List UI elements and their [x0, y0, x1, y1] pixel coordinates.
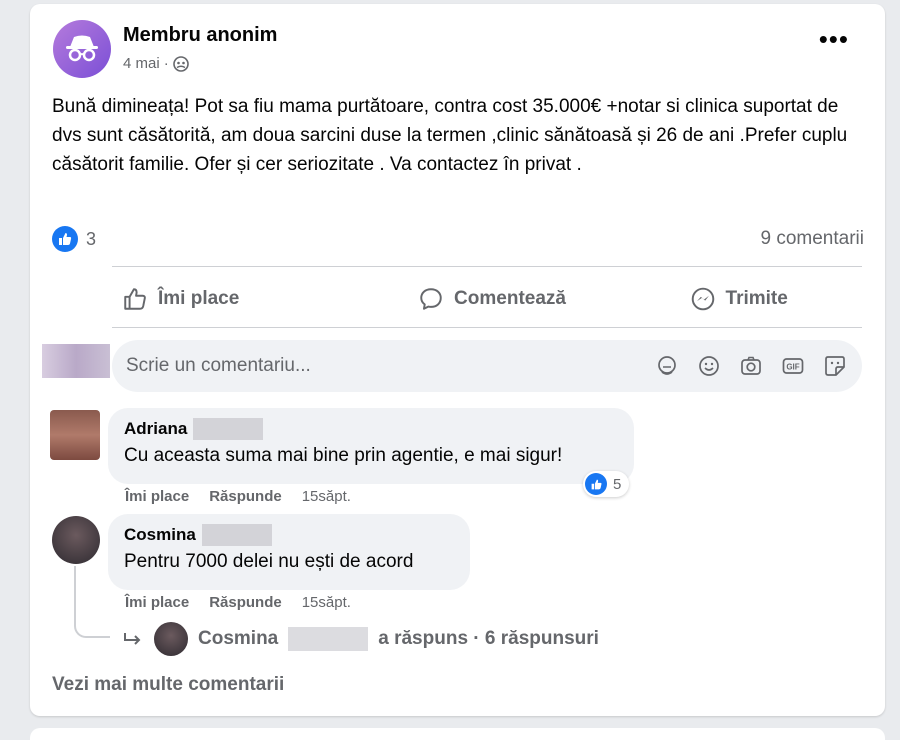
post-date[interactable]: 4 mai [123, 55, 160, 72]
avatar-sticker-icon[interactable] [654, 353, 680, 379]
current-user-avatar[interactable] [42, 344, 110, 378]
gif-icon[interactable]: GIF [780, 353, 806, 379]
messenger-icon [691, 287, 714, 311]
thread-line [74, 566, 110, 638]
reply-author-name: Cosmina [198, 628, 279, 649]
emoji-icon[interactable] [696, 353, 722, 379]
redacted-surname [201, 524, 272, 546]
comment-input-box[interactable]: GIF [112, 340, 862, 392]
share-button[interactable]: Trimite [615, 270, 862, 328]
comment-like-button[interactable]: Îmi place [125, 488, 189, 505]
post-author[interactable]: Membru anonim [123, 24, 277, 47]
view-replies-link[interactable]: Cosmina a răspuns · 6 răspunsuri [122, 622, 599, 656]
comment-reply-button[interactable]: Răspunde [209, 594, 282, 611]
divider [112, 327, 862, 328]
meta-separator: · [163, 55, 169, 72]
reaction-count: 5 [613, 475, 622, 493]
redacted-surname [193, 418, 264, 440]
redacted-surname [288, 627, 369, 651]
comment-like-button[interactable]: Îmi place [125, 594, 189, 611]
comment-actions: Îmi place Răspunde 15săpt. [125, 488, 351, 505]
like-reaction-icon [585, 473, 607, 495]
comment-button[interactable]: Comentează [369, 270, 616, 328]
share-label: Trimite [725, 288, 788, 309]
reply-avatar [154, 622, 188, 656]
group-audience-icon [172, 55, 189, 72]
post-text: Bună dimineața! Pot sa fiu mama purtătoa… [52, 96, 848, 175]
anonymous-member-icon [66, 35, 98, 62]
comment-label: Comentează [454, 288, 566, 309]
comment-count[interactable]: 9 comentarii [761, 228, 865, 250]
post-stats: 3 9 comentarii [52, 224, 864, 254]
post-card: Membru anonim 4 mai · ••• Bună dimineața… [30, 4, 885, 716]
comment-reaction-badge[interactable]: 5 [583, 471, 630, 497]
post-meta: 4 mai · [123, 55, 189, 72]
comment-reply-button[interactable]: Răspunde [209, 488, 282, 505]
comment-bubble: Cosmina Pentru 7000 delei nu ești de aco… [108, 514, 470, 590]
commenter-name[interactable]: Adriana [124, 419, 187, 439]
comment-actions: Îmi place Răspunde 15săpt. [125, 594, 351, 611]
like-reaction-icon[interactable] [52, 226, 78, 252]
see-more-comments-link[interactable]: Vezi mai multe comentarii [52, 674, 284, 696]
comment-text: Pentru 7000 delei nu ești de acord [124, 551, 414, 572]
post-actions: Îmi place Comentează Trimite [112, 270, 862, 328]
next-post-card-edge [30, 728, 885, 740]
sticker-icon[interactable] [822, 353, 848, 379]
commenter-name[interactable]: Cosmina [124, 525, 196, 545]
camera-icon[interactable] [738, 353, 764, 379]
comment-input[interactable] [126, 355, 654, 377]
svg-text:GIF: GIF [786, 363, 799, 372]
like-label: Îmi place [158, 288, 240, 309]
thumbs-up-icon [124, 288, 146, 310]
comment-bubble: Adriana Cu aceasta suma mai bine prin ag… [108, 408, 634, 484]
divider [112, 266, 862, 267]
anonymous-avatar[interactable] [53, 20, 111, 78]
comment-time[interactable]: 15săpt. [302, 594, 351, 611]
comment-time[interactable]: 15săpt. [302, 488, 351, 505]
replies-count-text: a răspuns · 6 răspunsuri [378, 628, 599, 649]
like-count[interactable]: 3 [86, 229, 96, 250]
commenter-avatar[interactable] [50, 410, 100, 460]
comment-text: Cu aceasta suma mai bine prin agentie, e… [124, 445, 563, 466]
reply-arrow-icon [124, 633, 141, 645]
commenter-avatar[interactable] [52, 516, 100, 564]
more-options-icon[interactable]: ••• [819, 26, 849, 52]
like-button[interactable]: Îmi place [112, 270, 369, 328]
comment-bubble-icon [420, 288, 442, 310]
